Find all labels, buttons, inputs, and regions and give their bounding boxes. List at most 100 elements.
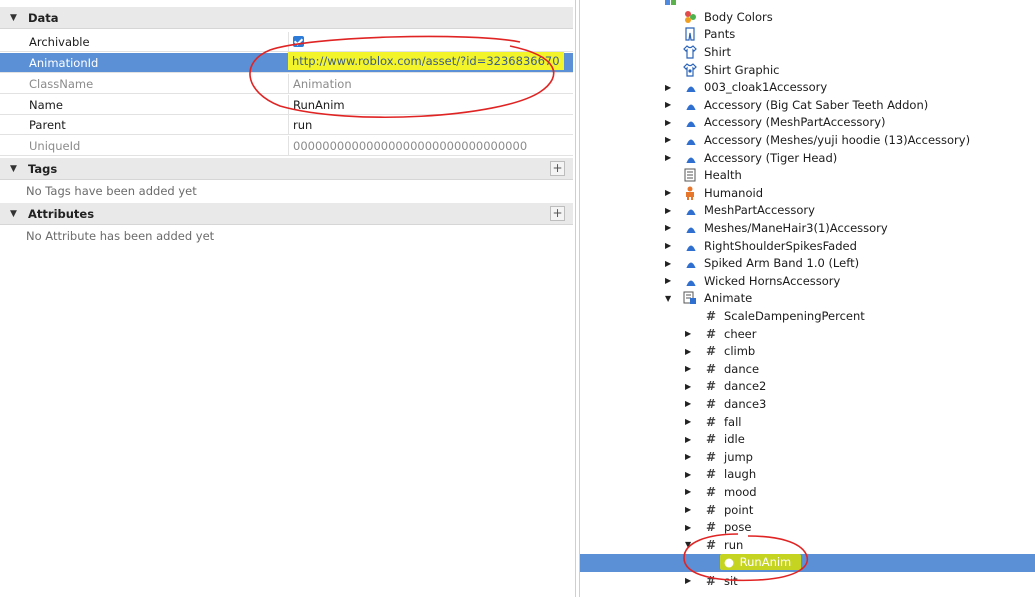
tree-item-accessory[interactable]: ▶ RightShoulderSpikesFaded: [580, 237, 1035, 255]
tree-item-cheer[interactable]: ▶ # cheer: [580, 325, 1035, 343]
tree-item-climb[interactable]: ▶ # climb: [580, 342, 1035, 360]
property-row-archivable[interactable]: Archivable: [0, 32, 573, 52]
expand-arrow-icon[interactable]: ▶: [665, 206, 675, 215]
tree-item-dance3[interactable]: ▶ # dance3: [580, 395, 1035, 413]
tree-item-dance2[interactable]: ▶ # dance2: [580, 378, 1035, 396]
expand-arrow-icon[interactable]: ▶: [665, 276, 675, 285]
tree-item-body-colors[interactable]: Body Colors: [580, 8, 1035, 26]
tree-item-runanim[interactable]: ● RunAnim: [580, 554, 1035, 572]
tree-item-pose[interactable]: ▶ # pose: [580, 518, 1035, 536]
tree-item-accessory[interactable]: ▶ Accessory (Big Cat Saber Teeth Addon): [580, 96, 1035, 114]
expand-arrow-icon[interactable]: ▶: [665, 259, 675, 268]
expand-arrow-icon[interactable]: ▶: [685, 470, 695, 479]
tree-item-mood[interactable]: ▶ # mood: [580, 483, 1035, 501]
tree-label: Body Colors: [704, 9, 773, 24]
name-value[interactable]: RunAnim: [293, 98, 345, 112]
tree-item-accessory[interactable]: ▶ MeshPartAccessory: [580, 202, 1035, 220]
expand-arrow-icon[interactable]: ▶: [685, 364, 695, 373]
tags-section-header[interactable]: ▼ Tags +: [0, 158, 573, 180]
tree-item-accessory[interactable]: ▶ 003_cloak1Accessory: [580, 78, 1035, 96]
tree-label: Spiked Arm Band 1.0 (Left): [704, 256, 860, 271]
tree-item-health[interactable]: Health: [580, 166, 1035, 184]
animationid-value[interactable]: http://www.roblox.com/asset/?id=32368366…: [288, 52, 564, 70]
tree-label: 003_cloak1Accessory: [704, 80, 828, 95]
tree-label: Wicked HornsAccessory: [704, 273, 841, 288]
expand-arrow-icon[interactable]: ▶: [685, 576, 695, 585]
expand-arrow-icon[interactable]: ▶: [665, 100, 675, 109]
expand-arrow-icon[interactable]: ▶: [685, 329, 695, 338]
tree-item-sit[interactable]: ▶ # sit: [580, 572, 1035, 590]
expand-arrow-icon[interactable]: ▶: [665, 188, 675, 197]
tree-item-fall[interactable]: ▶ # fall: [580, 413, 1035, 431]
tree-label: pose: [724, 520, 752, 535]
tree-item-shirt-graphic[interactable]: Shirt Graphic: [580, 61, 1035, 79]
accessory-hat-icon: [683, 133, 697, 147]
tree-item-shirt[interactable]: Shirt: [580, 43, 1035, 61]
column-divider: [288, 74, 289, 93]
tree-item-animate[interactable]: ▼ Animate: [580, 290, 1035, 308]
tree-item-humanoid[interactable]: ▶ Humanoid: [580, 184, 1035, 202]
tree-item-jump[interactable]: ▶ # jump: [580, 448, 1035, 466]
expand-arrow-icon[interactable]: ▶: [685, 435, 695, 444]
expand-arrow-icon[interactable]: ▶: [685, 523, 695, 532]
tree-label: point: [724, 502, 754, 517]
tree-label: sit: [724, 573, 738, 588]
expand-arrow-icon[interactable]: ▶: [665, 223, 675, 232]
accessory-hat-icon: [683, 274, 697, 288]
tree-item-accessory[interactable]: ▶ Meshes/ManeHair3(1)Accessory: [580, 219, 1035, 237]
expand-arrow-icon[interactable]: ▶: [685, 417, 695, 426]
property-row-classname[interactable]: ClassName Animation: [0, 74, 573, 94]
tree-item-accessory[interactable]: ▶ Spiked Arm Band 1.0 (Left): [580, 254, 1035, 272]
tree-item-accessory[interactable]: ▶ Accessory (MeshPartAccessory): [580, 114, 1035, 132]
property-row-parent[interactable]: Parent run: [0, 115, 573, 135]
expand-arrow-icon[interactable]: ▶: [685, 347, 695, 356]
collapse-caret-icon[interactable]: ▼: [10, 13, 20, 23]
tree-item-accessory[interactable]: ▶ Wicked HornsAccessory: [580, 272, 1035, 290]
tree-item-point[interactable]: ▶ # point: [580, 501, 1035, 519]
expand-arrow-icon[interactable]: ▶: [685, 452, 695, 461]
string-value-icon: #: [705, 361, 717, 376]
expand-arrow-icon[interactable]: ▶: [685, 399, 695, 408]
tree-item-run[interactable]: ▼ # run: [580, 536, 1035, 554]
expand-arrow-icon[interactable]: ▶: [685, 382, 695, 391]
expand-arrow-icon[interactable]: ▶: [685, 487, 695, 496]
tree-item-accessory[interactable]: ▶ Accessory (Tiger Head): [580, 149, 1035, 167]
expand-arrow-icon[interactable]: ▶: [685, 505, 695, 514]
collapse-arrow-icon[interactable]: ▼: [685, 540, 695, 549]
parent-value[interactable]: run: [293, 118, 312, 132]
data-section-header[interactable]: ▼ Data: [0, 7, 573, 29]
string-value-icon: #: [705, 537, 717, 552]
tree-label: Humanoid: [704, 185, 764, 200]
property-row-uniqueid[interactable]: UniqueId 0000000000000000000000000000000…: [0, 136, 573, 156]
property-row-animationid[interactable]: AnimationId http://www.roblox.com/asset/…: [0, 52, 573, 73]
tags-empty-message: No Tags have been added yet: [26, 184, 197, 198]
animationid-url: http://www.roblox.com/asset/?id=32368366…: [288, 52, 564, 70]
tree-item-laugh[interactable]: ▶ # laugh: [580, 466, 1035, 484]
tree-label: Shirt Graphic: [704, 62, 780, 77]
tree-label: idle: [724, 432, 745, 447]
collapse-caret-icon[interactable]: ▼: [10, 164, 20, 174]
add-tag-icon[interactable]: +: [550, 161, 565, 176]
collapse-arrow-icon[interactable]: ▼: [665, 294, 675, 303]
add-attribute-icon[interactable]: +: [550, 206, 565, 221]
archivable-checkbox[interactable]: [293, 35, 304, 49]
tree-item-dance[interactable]: ▶ # dance: [580, 360, 1035, 378]
tree-label: dance2: [724, 379, 767, 394]
tree-label: RightShoulderSpikesFaded: [704, 238, 857, 253]
tree-label: run: [724, 537, 744, 552]
expand-arrow-icon[interactable]: ▶: [665, 135, 675, 144]
expand-arrow-icon[interactable]: ▶: [665, 83, 675, 92]
pants-icon: [683, 27, 697, 41]
tree-item-accessory[interactable]: ▶ Accessory (Meshes/yuji hoodie (13)Acce…: [580, 131, 1035, 149]
expand-arrow-icon[interactable]: ▶: [665, 118, 675, 127]
expand-arrow-icon[interactable]: ▶: [665, 153, 675, 162]
accessory-hat-icon: [683, 221, 697, 235]
attributes-section-header[interactable]: ▼ Attributes +: [0, 203, 573, 225]
collapse-caret-icon[interactable]: ▼: [10, 209, 20, 219]
expand-arrow-icon[interactable]: ▶: [665, 241, 675, 250]
tree-item-scale-dampening[interactable]: # ScaleDampeningPercent: [580, 307, 1035, 325]
tree-item-pants[interactable]: Pants: [580, 26, 1035, 44]
model-icon: [664, 0, 678, 7]
tree-item-idle[interactable]: ▶ # idle: [580, 430, 1035, 448]
property-row-name[interactable]: Name RunAnim: [0, 95, 573, 115]
